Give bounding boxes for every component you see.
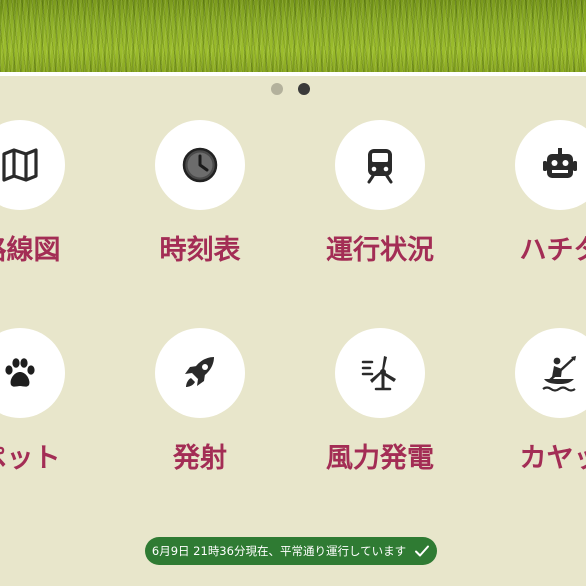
menu-tile-wind-power[interactable]: 風力発電 — [305, 328, 455, 508]
menu-tile-pet[interactable]: ペット — [0, 328, 95, 508]
train-icon — [367, 149, 393, 184]
map-icon — [2, 148, 38, 182]
menu-tile-kayak[interactable]: カヤッ — [485, 328, 586, 508]
carousel-dot-2[interactable] — [298, 83, 310, 95]
menu-tile-icon-circle — [0, 120, 65, 210]
menu-tile-label: カヤッ — [519, 443, 586, 474]
service-status-badge: 6月9日 21時36分現在、平常通り運行しています — [145, 537, 437, 565]
menu-tile-icon-circle — [155, 120, 245, 210]
banner-divider — [0, 72, 586, 76]
menu-tile-route-map[interactable]: 路線図 — [0, 120, 95, 300]
menu-tile-icon-circle — [515, 120, 586, 210]
menu-tile-service-status[interactable]: 運行状況 — [305, 120, 455, 300]
menu-tile-icon-circle — [0, 328, 65, 418]
menu-tile-launch[interactable]: 発射 — [125, 328, 275, 508]
menu-tile-timetable[interactable]: 時刻表 — [125, 120, 275, 300]
status-text: 6月9日 21時36分現在、平常通り運行しています — [151, 544, 407, 558]
clock-icon — [182, 147, 218, 183]
wind-turbine-icon — [361, 356, 396, 391]
menu-tile-icon-circle — [335, 328, 425, 418]
kayak-icon — [542, 356, 576, 392]
robot-icon — [543, 148, 577, 178]
paw-icon — [5, 358, 35, 387]
check-icon — [415, 545, 430, 557]
carousel-dot-1[interactable] — [271, 83, 283, 95]
menu-tile-hachita[interactable]: ハチタ — [485, 120, 586, 300]
menu-tile-icon-circle — [335, 120, 425, 210]
menu-tile-label: ハチタ — [519, 235, 586, 266]
hero-banner-image — [0, 0, 586, 72]
carousel-pagination — [0, 83, 586, 95]
menu-tile-icon-circle — [155, 328, 245, 418]
rocket-icon — [185, 357, 214, 387]
menu-tile-icon-circle — [515, 328, 586, 418]
